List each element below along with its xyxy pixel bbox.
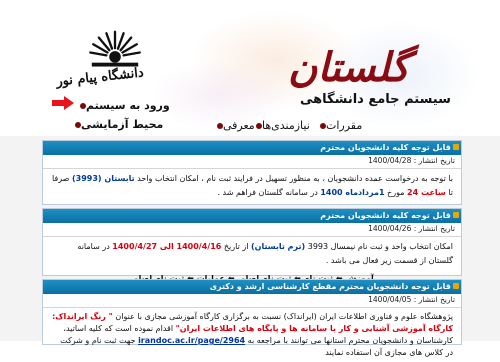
announcement-card: - قابل توجه دانشجویان محترم مقطع کارشناس… bbox=[42, 279, 462, 357]
login-link-label: ورود به سیستم bbox=[86, 99, 170, 112]
body-text: پژوهشگاه علوم و فناوری اطلاعات ایران (ای… bbox=[112, 312, 453, 321]
title-marker-icon bbox=[453, 212, 459, 218]
menu-item-intro[interactable]: معرفی bbox=[215, 119, 255, 132]
announcement-title-text: - قابل توجه کلیه دانشجویان محترم bbox=[320, 143, 457, 152]
test-environment-label: محیط آزمایشی bbox=[81, 118, 164, 131]
body-highlight: 1مردادماه 1400 bbox=[320, 188, 385, 197]
announcement-title: - قابل توجه کلیه دانشجویان محترم bbox=[43, 209, 461, 223]
announcement-date: تاریخ انتشار : 1400/04/26 bbox=[43, 223, 461, 237]
date-label: تاریخ انتشار : bbox=[413, 224, 455, 233]
login-link[interactable]: ورود به سیستم bbox=[78, 99, 170, 112]
title-marker-icon bbox=[453, 283, 459, 289]
brand-title: گلستان bbox=[288, 44, 410, 91]
date-value: 1400/04/26 bbox=[368, 224, 412, 233]
menu-item-rules[interactable]: مقررات bbox=[318, 119, 362, 132]
header: دانشگاه پیام نور گلستان سیستم جامع دانشگ… bbox=[0, 0, 500, 136]
brand-subtitle: سیستم جامع دانشگاهی bbox=[300, 92, 451, 107]
menu-item-label: نیازمندی‌ها bbox=[262, 119, 310, 132]
announcement-body: پژوهشگاه علوم و فناوری اطلاعات ایران (ای… bbox=[43, 308, 461, 362]
body-text: با توجه به درخواست عمده دانشجویان ، به م… bbox=[134, 174, 453, 183]
body-text: در سامانه گلستان فراهم شد . bbox=[217, 188, 321, 197]
announcement-title-text: - قابل توجه دانشجویان محترم مقطع کارشناس… bbox=[209, 282, 457, 291]
body-highlight: ساعت 24 bbox=[407, 188, 446, 197]
date-label: تاریخ انتشار : bbox=[413, 156, 455, 165]
body-text: امکان انتخاب واحد و ثبت نام نیمسال 3993 bbox=[305, 242, 453, 251]
announcement-card: - قابل توجه کلیه دانشجویان محترم تاریخ ا… bbox=[42, 140, 462, 205]
announcement-title: - قابل توجه دانشجویان محترم مقطع کارشناس… bbox=[43, 280, 461, 294]
arrow-right-icon bbox=[52, 96, 74, 110]
body-text: مورخ bbox=[384, 188, 408, 197]
menu-item-requirements[interactable]: نیازمندی‌ها bbox=[254, 119, 310, 132]
title-marker-icon bbox=[453, 144, 459, 150]
body-highlight: (ترم تابستان) bbox=[250, 242, 306, 251]
announcements-area: - قابل توجه کلیه دانشجویان محترم تاریخ ا… bbox=[0, 136, 500, 357]
test-environment-link[interactable]: محیط آزمایشی bbox=[73, 118, 163, 131]
announcement-body: با توجه به درخواست عمده دانشجویان ، به م… bbox=[43, 169, 461, 203]
menu-item-label: معرفی bbox=[223, 119, 255, 132]
date-value: 1400/04/05 bbox=[368, 295, 412, 304]
body-highlight: تابستان (3993) bbox=[72, 174, 135, 183]
announcement-card: - قابل توجه کلیه دانشجویان محترم تاریخ ا… bbox=[42, 208, 462, 283]
announcement-date: تاریخ انتشار : 1400/04/05 bbox=[43, 294, 461, 308]
menu-item-label: مقررات bbox=[326, 119, 363, 132]
date-value: 1400/04/28 bbox=[368, 156, 412, 165]
body-text: از تاریخ bbox=[221, 242, 251, 251]
date-label: تاریخ انتشار : bbox=[413, 295, 455, 304]
announcement-date: تاریخ انتشار : 1400/04/28 bbox=[43, 155, 461, 169]
announcement-title: - قابل توجه کلیه دانشجویان محترم bbox=[43, 141, 461, 155]
announcement-title-text: - قابل توجه کلیه دانشجویان محترم bbox=[320, 211, 457, 220]
body-highlight: 1400/4/16 الی 1400/4/27 bbox=[112, 242, 222, 251]
